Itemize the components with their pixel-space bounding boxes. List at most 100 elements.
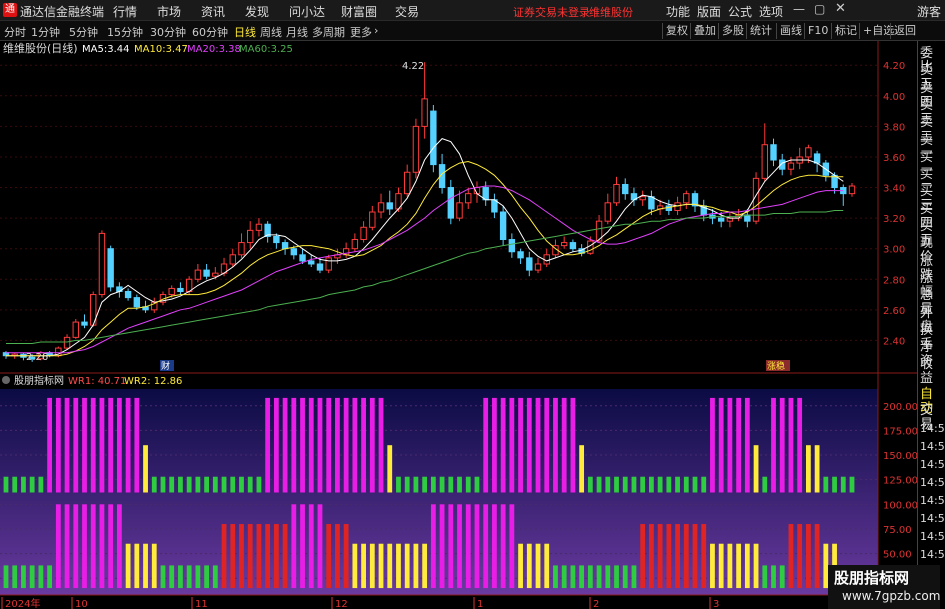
candle-body[interactable] — [98, 232, 106, 296]
menu-market[interactable]: 市场 — [157, 3, 181, 20]
candle-body[interactable] — [369, 211, 376, 228]
period-5min[interactable]: 5分钟 — [69, 24, 98, 40]
candle-body[interactable] — [247, 229, 254, 244]
candle-body[interactable] — [360, 226, 367, 241]
candle-body[interactable] — [848, 185, 856, 195]
chevron-right-icon[interactable]: › — [374, 24, 378, 37]
period-60min[interactable]: 60分钟 — [192, 24, 228, 40]
candle-body[interactable] — [281, 242, 289, 250]
tool-overlay[interactable]: 叠加 — [690, 23, 719, 39]
candle-body[interactable] — [325, 257, 332, 271]
minimize-icon[interactable]: — — [793, 2, 805, 16]
menu-trade[interactable]: 交易 — [395, 3, 419, 20]
period-daily[interactable]: 日线 — [234, 24, 256, 40]
tool-mark[interactable]: 标记 — [831, 23, 860, 39]
candle-body[interactable] — [604, 202, 611, 222]
period-more[interactable]: 更多 — [350, 24, 372, 40]
candle-body[interactable] — [229, 254, 236, 265]
candle-body[interactable] — [308, 260, 315, 265]
menu-ask[interactable]: 问小达 — [289, 3, 325, 20]
period-1min[interactable]: 1分钟 — [31, 24, 60, 40]
chart-area[interactable]: 4.20 4.00 3.80 3.60 3.40 3.20 3.00 2.80 2.60 2.40… — [0, 41, 917, 609]
candle-body[interactable] — [177, 287, 184, 292]
candle-body[interactable] — [465, 193, 472, 204]
candle-body[interactable] — [499, 211, 507, 241]
candle-body[interactable] — [648, 196, 655, 210]
login-notice[interactable]: 证券交易未登录 — [513, 4, 590, 20]
menu-quotes[interactable]: 行情 — [113, 3, 137, 20]
candle-body[interactable] — [377, 202, 385, 213]
price-tick-label: 2.60 — [883, 306, 905, 317]
candle-body[interactable] — [116, 286, 123, 293]
menu-functions[interactable]: 功能 — [666, 3, 690, 20]
candle-body[interactable] — [430, 110, 437, 166]
tool-multi-stock[interactable]: 多股 — [718, 23, 747, 39]
candle-body[interactable] — [770, 144, 777, 161]
candle-body[interactable] — [273, 235, 280, 244]
candle-body[interactable] — [456, 202, 463, 219]
finance-marker[interactable]: 财 — [161, 360, 170, 372]
candle-body[interactable] — [761, 144, 768, 179]
candle-body[interactable] — [683, 193, 690, 204]
candle-body[interactable] — [299, 254, 306, 262]
candle-body[interactable] — [805, 147, 812, 158]
candle-body[interactable] — [813, 153, 821, 164]
maximize-icon[interactable]: ▢ — [814, 2, 825, 16]
guest-user[interactable]: 游客 — [917, 3, 941, 20]
candle-body[interactable] — [569, 242, 577, 250]
candle-body[interactable] — [168, 287, 175, 296]
period-timeshare[interactable]: 分时 — [4, 24, 26, 40]
candle-body[interactable] — [386, 202, 393, 210]
tool-back[interactable]: 返回 — [890, 23, 919, 39]
candle-body[interactable] — [133, 297, 141, 308]
candle-body[interactable] — [63, 336, 71, 349]
period-multi[interactable]: 多周期 — [312, 24, 345, 40]
period-weekly[interactable]: 周线 — [260, 24, 282, 40]
tool-adjust[interactable]: 复权 — [662, 23, 691, 39]
candle-body[interactable] — [639, 196, 646, 201]
indicator-bar-lower — [814, 524, 820, 589]
candle-body[interactable] — [290, 248, 298, 256]
period-monthly[interactable]: 月线 — [286, 24, 308, 40]
candle-body[interactable] — [238, 242, 245, 256]
candle-body[interactable] — [744, 214, 751, 222]
candle-body[interactable] — [81, 321, 88, 326]
period-15min[interactable]: 15分钟 — [107, 24, 143, 40]
candle-body[interactable] — [212, 272, 219, 277]
candle-body[interactable] — [613, 183, 620, 204]
tool-draw[interactable]: 画线 — [776, 23, 805, 39]
candle-body[interactable] — [351, 239, 359, 250]
candle-body[interactable] — [717, 217, 725, 222]
candle-body[interactable] — [508, 239, 516, 253]
menu-options[interactable]: 选项 — [759, 3, 783, 20]
candle-body[interactable] — [72, 321, 79, 338]
menu-discover[interactable]: 发现 — [245, 3, 269, 20]
menu-news[interactable]: 资讯 — [201, 3, 225, 20]
candle-body[interactable] — [421, 98, 428, 127]
candle-body[interactable] — [316, 263, 324, 271]
close-icon[interactable]: ✕ — [835, 1, 846, 16]
candle-body[interactable] — [534, 263, 542, 271]
candle-body[interactable] — [194, 269, 202, 280]
candle-body[interactable] — [255, 223, 263, 231]
candle-body[interactable] — [203, 269, 210, 277]
period-30min[interactable]: 30分钟 — [150, 24, 186, 40]
event-marker[interactable]: 涨稳 — [767, 360, 785, 372]
candle-body[interactable] — [560, 242, 568, 247]
candle-body[interactable] — [787, 162, 795, 170]
candle-body[interactable] — [107, 248, 114, 288]
candle-body[interactable] — [622, 183, 629, 195]
menu-layout[interactable]: 版面 — [697, 3, 721, 20]
menu-formula[interactable]: 公式 — [728, 3, 752, 20]
candle-body[interactable] — [447, 187, 455, 219]
candle-body[interactable] — [412, 125, 420, 173]
candle-body[interactable] — [526, 257, 533, 271]
indicator-bar-upper — [683, 476, 689, 493]
tool-f10[interactable]: F10 — [804, 23, 831, 39]
trade-time: 14:56 — [920, 548, 945, 561]
candle-body[interactable] — [403, 171, 411, 195]
candle-body[interactable] — [124, 291, 132, 299]
menu-wealth[interactable]: 财富圈 — [341, 3, 377, 20]
candle-body[interactable] — [517, 251, 524, 259]
tool-stats[interactable]: 统计 — [746, 23, 775, 39]
